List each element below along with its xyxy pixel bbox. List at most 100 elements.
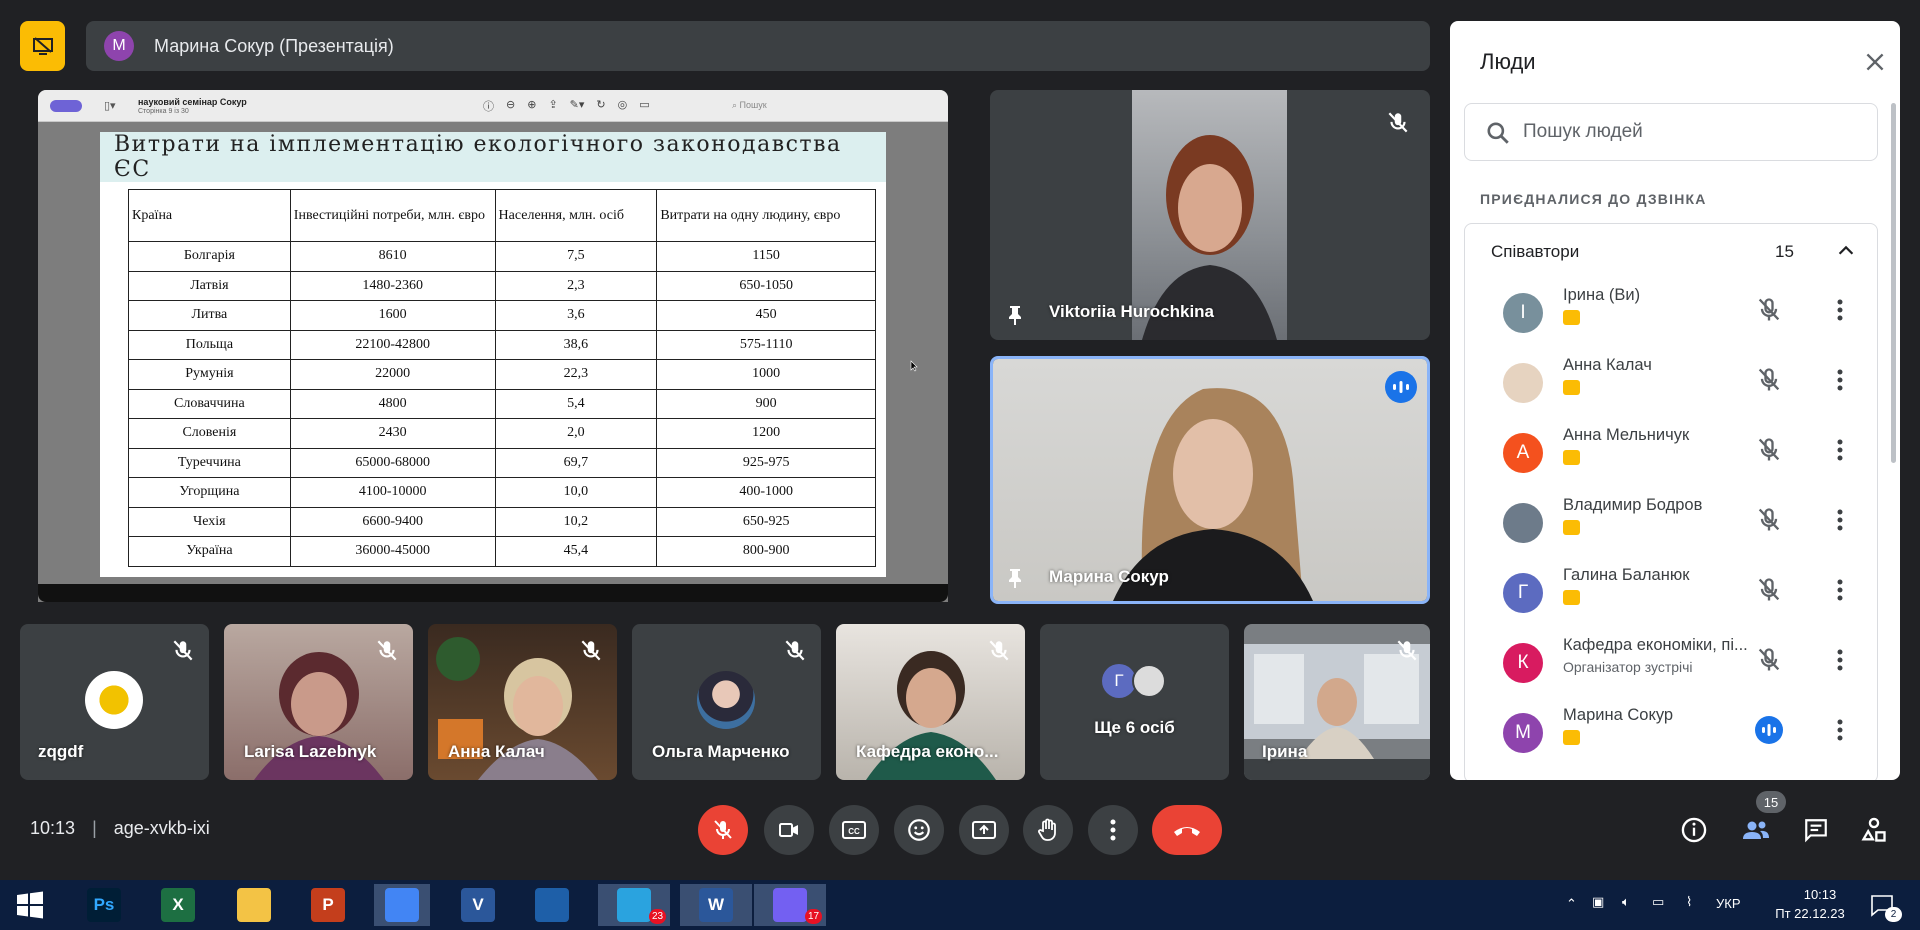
table-cell: 45,4	[494, 536, 658, 567]
chevron-up-icon[interactable]	[1835, 240, 1857, 262]
video-tile-maryna[interactable]: Марина Сокур	[990, 356, 1430, 604]
participant-row[interactable]: І Ірина (Ви)	[1465, 286, 1879, 356]
table-cell: 1000	[656, 359, 876, 390]
captions-button[interactable]: CC	[829, 805, 879, 855]
more-vert-icon[interactable]	[1837, 718, 1843, 742]
zoom-out-icon[interactable]: ⊖	[506, 98, 515, 114]
start-button[interactable]	[4, 884, 56, 926]
people-button[interactable]	[1740, 814, 1772, 846]
mic-off-icon	[377, 640, 397, 661]
volume-icon[interactable]: 🔈︎	[1622, 894, 1630, 910]
mic-off-icon[interactable]	[1755, 506, 1783, 534]
video-tile-larisa[interactable]: Larisa Lazebnyk	[224, 624, 413, 780]
video-tile-zqgdf[interactable]: zqgdf	[20, 624, 209, 780]
meeting-details-button[interactable]	[1678, 814, 1710, 846]
video-tile-iryna[interactable]: Ірина	[1244, 624, 1430, 780]
table-row: Литва 1600 3,6 450	[128, 300, 876, 331]
more-vert-icon[interactable]	[1837, 438, 1843, 462]
info-icon[interactable]: ⓘ	[483, 98, 494, 114]
video-tile-olga[interactable]: Ольга Марченко	[632, 624, 821, 780]
camera-icon	[779, 823, 798, 837]
taskbar-app-7[interactable]: 23	[598, 884, 670, 926]
participant-row[interactable]: А Анна Мельничук	[1465, 426, 1879, 496]
table-cell: 65000-68000	[289, 447, 496, 478]
notifications-button[interactable]: 2	[1858, 884, 1908, 926]
pin-icon[interactable]	[1005, 567, 1025, 589]
reactions-button[interactable]	[894, 805, 944, 855]
avatar: І	[1503, 293, 1543, 333]
taskbar-app-9[interactable]: 17	[754, 884, 826, 926]
mic-toggle-button[interactable]	[698, 805, 748, 855]
mic-off-icon[interactable]	[1755, 296, 1783, 324]
battery-icon[interactable]: ▭	[1652, 894, 1664, 910]
people-search-input[interactable]	[1523, 118, 1863, 146]
clock-time[interactable]: 10:13	[1780, 887, 1860, 902]
participant-row[interactable]: К Кафедра економіки, пі... Організатор зус…	[1465, 636, 1879, 706]
present-button[interactable]	[959, 805, 1009, 855]
zoom-in-icon[interactable]: ⊕	[527, 98, 536, 114]
more-vert-icon[interactable]	[1837, 298, 1843, 322]
more-vert-icon[interactable]	[1837, 368, 1843, 392]
taskbar-app-1[interactable]: X	[150, 884, 206, 926]
taskbar-app-8[interactable]: W	[680, 884, 752, 926]
participant-row[interactable]: Владимир Бодров	[1465, 496, 1879, 566]
wifi-icon[interactable]: ⌇	[1686, 894, 1692, 910]
video-tile-anna-kalach[interactable]: Анна Калач	[428, 624, 617, 780]
tray-network-card-icon[interactable]: ▣	[1592, 894, 1604, 910]
mic-off-icon[interactable]	[1755, 646, 1783, 674]
table-cell: 69,7	[494, 447, 658, 478]
participant-role: Організатор зустрічі	[1563, 659, 1693, 675]
participant-name: zqgdf	[38, 742, 84, 761]
annotate-icon[interactable]: ◎	[618, 98, 628, 114]
end-call-button[interactable]	[1152, 805, 1222, 855]
participant-name: Ольга Марченко	[652, 742, 790, 761]
markup-icon[interactable]: ✎▾	[570, 98, 585, 114]
pin-icon[interactable]	[1005, 304, 1025, 326]
table-cell: 925-975	[656, 447, 876, 478]
mic-off-icon[interactable]	[1755, 576, 1783, 604]
taskbar-app-4[interactable]	[374, 884, 430, 926]
chat-button[interactable]	[1800, 814, 1832, 846]
tray-expand-icon[interactable]: ⌃	[1566, 896, 1577, 912]
video-tile-kafedra[interactable]: Кафедра еконо...	[836, 624, 1025, 780]
people-search-box[interactable]	[1464, 103, 1878, 161]
activities-button[interactable]	[1858, 814, 1890, 846]
sidebar-toggle[interactable]	[50, 100, 82, 112]
more-vert-icon[interactable]	[1837, 508, 1843, 532]
notification-count: 2	[1885, 907, 1902, 922]
rotate-icon[interactable]: ↻	[596, 98, 605, 114]
app-icon: W	[699, 888, 733, 922]
form-icon[interactable]: ▭	[639, 98, 649, 114]
taskbar-app-0[interactable]: Ps	[76, 884, 132, 926]
avatar	[697, 671, 755, 729]
sidebar-icon[interactable]: ▯▾	[104, 99, 116, 112]
table-cell: 6600-9400	[289, 506, 496, 537]
speaking-indicator-icon[interactable]	[1755, 716, 1783, 744]
more-participants-tile[interactable]: Г Ще 6 осіб	[1040, 624, 1229, 780]
mic-off-icon[interactable]	[1755, 436, 1783, 464]
presentation-banner: M Марина Сокур (Презентація)	[86, 21, 1430, 71]
taskbar-app-2[interactable]	[226, 884, 282, 926]
panel-scrollbar[interactable]	[1891, 103, 1896, 463]
close-icon[interactable]	[1862, 49, 1888, 75]
participant-row[interactable]: Анна Калач	[1465, 356, 1879, 426]
taskbar-app-3[interactable]: P	[300, 884, 356, 926]
camera-toggle-button[interactable]	[764, 805, 814, 855]
stop-presenting-button[interactable]	[20, 21, 65, 71]
video-tile-viktoriia[interactable]: Viktoriia Hurochkina	[990, 90, 1430, 340]
language-indicator[interactable]: УКР	[1716, 896, 1741, 911]
more-vert-icon[interactable]	[1837, 578, 1843, 602]
share-icon[interactable]: ⇪	[548, 98, 557, 114]
participant-row[interactable]: Г Галина Баланюк	[1465, 566, 1879, 636]
mic-off-icon[interactable]	[1755, 366, 1783, 394]
participant-row[interactable]: М Марина Сокур	[1465, 706, 1879, 776]
pdf-search[interactable]: ⌕ Пошук	[732, 100, 767, 111]
taskbar-app-6[interactable]	[524, 884, 580, 926]
more-options-button[interactable]	[1088, 805, 1138, 855]
raise-hand-button[interactable]	[1023, 805, 1073, 855]
clock-date[interactable]: Пт 22.12.23	[1760, 906, 1860, 921]
table-cell: 800-900	[656, 536, 876, 567]
captions-icon: CC	[842, 821, 866, 839]
more-vert-icon[interactable]	[1837, 648, 1843, 672]
taskbar-app-5[interactable]: V	[450, 884, 506, 926]
